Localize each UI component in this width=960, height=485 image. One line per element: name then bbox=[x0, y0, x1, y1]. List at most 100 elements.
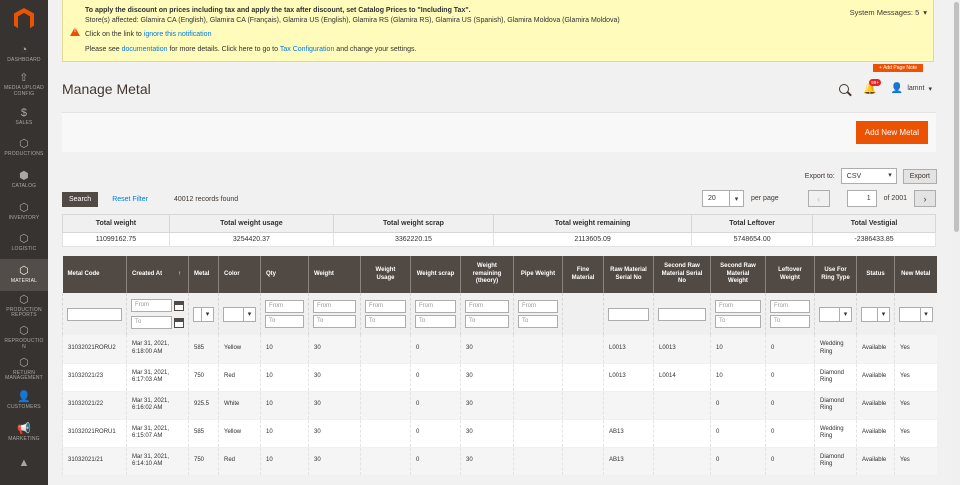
filter-date-to-input[interactable]: To bbox=[131, 316, 172, 329]
column-header[interactable]: Weight Usage bbox=[360, 256, 411, 293]
per-page-select[interactable]: 20 ▾ bbox=[702, 190, 744, 207]
filter-to-input[interactable]: To bbox=[415, 315, 456, 328]
filter-to-input[interactable]: To bbox=[518, 315, 558, 328]
column-header[interactable]: Fine Material bbox=[562, 256, 604, 293]
filter-from-input[interactable]: From bbox=[465, 300, 509, 313]
next-page-button[interactable]: › bbox=[914, 190, 936, 207]
add-new-metal-button[interactable]: Add New Metal bbox=[855, 121, 928, 144]
table-row[interactable]: 31032021/23 Mar 31, 2021, 6:17:03 AM 750 Re… bbox=[62, 363, 937, 392]
filter-to-input[interactable]: To bbox=[365, 315, 406, 328]
documentation-link[interactable]: documentation bbox=[122, 46, 168, 53]
table-row[interactable]: 31032021RORU2 Mar 31, 2021, 6:18:00 AM 585… bbox=[62, 335, 937, 364]
sidebar-item-customers[interactable]: 👤 CUSTOMERS bbox=[0, 386, 48, 418]
filter-from-input[interactable]: From bbox=[313, 300, 356, 313]
sidebar-item-return-management[interactable]: ⬡ RETURN MANAGEMENT bbox=[0, 354, 48, 386]
sidebar-item-production-reports[interactable]: ⬡ PRODUCTION REPORTS bbox=[0, 291, 48, 323]
system-message-bar: To apply the discount on prices includin… bbox=[62, 0, 934, 62]
column-header[interactable]: Second Raw Material Serial No bbox=[653, 256, 711, 293]
sidebar-item-inventory[interactable]: ⬡ INVENTORY bbox=[0, 196, 48, 228]
filter-select[interactable] bbox=[899, 306, 933, 322]
sidebar-item-more[interactable]: ▲ bbox=[0, 449, 48, 481]
sidebar-item-label: CATALOG bbox=[11, 182, 37, 189]
calendar-icon[interactable] bbox=[174, 317, 184, 328]
table-row[interactable]: 31032021RORU1 Mar 31, 2021, 6:15:07 AM 585… bbox=[62, 419, 937, 448]
add-page-note-button[interactable]: + Add Page Note bbox=[873, 64, 923, 72]
filter-cell bbox=[603, 293, 654, 335]
filter-from-input[interactable]: From bbox=[265, 300, 304, 313]
sidebar-item-reproductio-n[interactable]: ⬡ REPRODUCTIO N bbox=[0, 322, 48, 354]
ignore-notification-link[interactable]: ignore this notification bbox=[144, 31, 212, 38]
system-messages-toggle[interactable]: System Messages: 5 ▾ bbox=[850, 8, 927, 17]
filter-select[interactable] bbox=[193, 306, 214, 322]
filter-to-input[interactable]: To bbox=[465, 315, 509, 328]
page-number-input[interactable]: 1 bbox=[846, 190, 877, 207]
filter-from-input[interactable]: From bbox=[715, 300, 761, 313]
filter-date-from-input[interactable]: From bbox=[131, 299, 172, 312]
hexagon-icon: ⬡ bbox=[19, 356, 29, 369]
reset-filter-link[interactable]: Reset Filter bbox=[112, 196, 148, 203]
column-header[interactable]: Weight scrap bbox=[410, 256, 461, 293]
column-header[interactable]: Leftover Weight bbox=[765, 256, 815, 293]
sidebar-item-dashboard[interactable]: ◔ DASHBOARD bbox=[0, 38, 48, 70]
table-row[interactable]: 31032021/21 Mar 31, 2021, 6:14:10 AM 750 Re… bbox=[62, 447, 937, 476]
hexagon-icon: ⬡ bbox=[19, 138, 29, 151]
column-header[interactable]: Created At ↑ bbox=[126, 256, 189, 293]
column-header[interactable]: Qty bbox=[260, 256, 309, 293]
tax-configuration-link[interactable]: Tax Configuration bbox=[280, 46, 334, 53]
sidebar-item-catalog[interactable]: ⬢ CATALOG bbox=[0, 164, 48, 196]
filter-text-input[interactable] bbox=[658, 307, 706, 321]
filter-text-input[interactable] bbox=[67, 307, 122, 321]
cell-remaining: 30 bbox=[460, 363, 514, 392]
filter-select[interactable] bbox=[223, 306, 256, 322]
sidebar-item-media-upload-config[interactable]: ⇧ MEDIA UPLOAD CONFIG bbox=[0, 70, 48, 102]
filter-select[interactable] bbox=[861, 306, 890, 322]
column-header[interactable]: Weight bbox=[308, 256, 361, 293]
filter-cell: From To bbox=[710, 293, 766, 335]
cell-metal: 750 bbox=[188, 363, 219, 392]
filter-select[interactable] bbox=[819, 306, 852, 322]
column-header[interactable]: Second Raw Material Weight bbox=[710, 256, 766, 293]
column-header[interactable]: Use For Ring Type bbox=[814, 256, 857, 293]
filter-from-input[interactable]: From bbox=[770, 300, 810, 313]
calendar-icon[interactable] bbox=[174, 300, 184, 311]
column-header[interactable]: New Metal bbox=[894, 256, 937, 293]
previous-page-button[interactable]: ‹ bbox=[807, 190, 830, 207]
sidebar-item-sales[interactable]: $ SALES bbox=[0, 101, 48, 133]
totals-header: Total weight usage bbox=[168, 214, 334, 233]
cell-raw bbox=[603, 391, 654, 420]
sidebar-item-marketing[interactable]: 📢 MARKETING bbox=[0, 417, 48, 449]
column-header[interactable]: Metal bbox=[188, 256, 219, 293]
user-menu[interactable]: 👤 lamnt ▾ bbox=[891, 83, 932, 94]
sidebar-item-material[interactable]: ⬡ MATERIAL bbox=[0, 259, 48, 291]
column-header[interactable]: Raw Material Serial No bbox=[603, 256, 654, 293]
column-header[interactable]: Metal Code bbox=[62, 256, 127, 293]
page-scrollbar[interactable] bbox=[953, 0, 960, 485]
export-button[interactable]: Export bbox=[902, 168, 937, 184]
filter-from-input[interactable]: From bbox=[518, 300, 558, 313]
sidebar-item-logistic[interactable]: ⬡ LOGISTIC bbox=[0, 228, 48, 260]
sidebar-item-label: LOGISTIC bbox=[11, 246, 37, 253]
cell-scrap: 0 bbox=[410, 335, 461, 364]
scrollbar-thumb[interactable] bbox=[954, 2, 959, 232]
cell-new: Yes bbox=[894, 335, 937, 364]
notifications-button[interactable]: 🔔 99+ bbox=[863, 79, 881, 95]
column-header[interactable]: Status bbox=[856, 256, 895, 293]
table-row[interactable]: 31032021/22 Mar 31, 2021, 6:16:02 AM 925.5… bbox=[62, 391, 937, 420]
export-format-select[interactable]: CSV bbox=[840, 168, 897, 184]
column-header[interactable]: Weight remaining (theory) bbox=[460, 256, 514, 293]
filter-from-input[interactable]: From bbox=[415, 300, 456, 313]
filter-text-input[interactable] bbox=[608, 307, 649, 321]
column-header[interactable]: Color bbox=[218, 256, 261, 293]
filter-to-input[interactable]: To bbox=[715, 315, 761, 328]
filter-to-input[interactable]: To bbox=[770, 315, 810, 328]
filter-to-input[interactable]: To bbox=[313, 315, 356, 328]
magento-logo[interactable] bbox=[0, 0, 48, 38]
filter-from-input[interactable]: From bbox=[365, 300, 406, 313]
sidebar-item-productions[interactable]: ⬡ PRODUCTIONS bbox=[0, 133, 48, 165]
filter-cell bbox=[188, 293, 219, 335]
main-content: To apply the discount on prices includin… bbox=[48, 0, 960, 485]
filter-to-input[interactable]: To bbox=[265, 315, 304, 328]
column-header[interactable]: Pipe Weight bbox=[513, 256, 563, 293]
search-icon[interactable] bbox=[839, 83, 850, 94]
search-button[interactable]: Search bbox=[62, 191, 99, 207]
